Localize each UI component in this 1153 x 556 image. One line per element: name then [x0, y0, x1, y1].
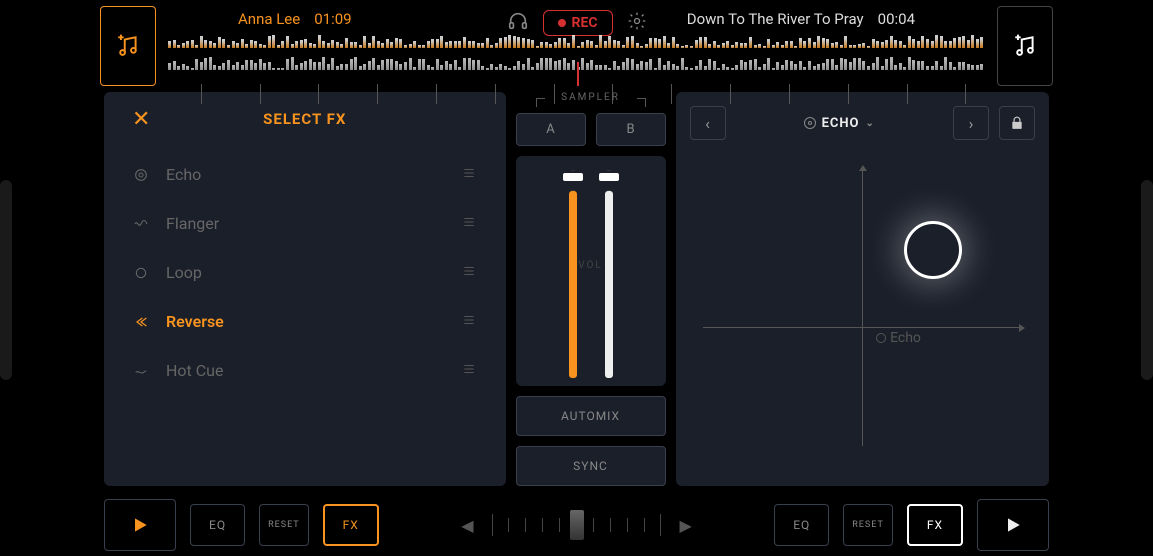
drag-handle-icon[interactable] — [460, 361, 478, 380]
eq-deck-b-button[interactable]: EQ — [774, 504, 829, 546]
fx-item-label: Flanger — [166, 214, 219, 233]
fx-deck-b-button[interactable]: FX — [907, 504, 963, 546]
reset-deck-a-button[interactable]: RESET — [259, 504, 309, 546]
xy-control-point[interactable] — [904, 221, 962, 279]
crossfader-section: ◀ ▶ — [393, 508, 760, 543]
sampler-b-button[interactable]: B — [596, 113, 666, 146]
fx-item-label: Echo — [166, 165, 201, 184]
record-label: REC — [571, 15, 597, 31]
fx-item-icon — [132, 215, 150, 233]
headphones-icon[interactable] — [506, 10, 528, 36]
fx-item-flanger[interactable]: Flanger — [132, 199, 478, 248]
deck-b-title: Down To The River To Pray — [687, 10, 864, 28]
fx-panel-title: SELECT FX — [263, 110, 346, 128]
drag-handle-icon[interactable] — [460, 165, 478, 184]
play-icon — [1003, 515, 1023, 535]
play-deck-b-button[interactable] — [977, 499, 1049, 551]
sync-button[interactable]: SYNC — [516, 446, 666, 486]
sampler-a-button[interactable]: A — [516, 113, 586, 146]
next-effect-button[interactable]: › — [953, 106, 989, 140]
lock-icon — [1010, 115, 1024, 131]
deck-a-volume-fader[interactable] — [569, 170, 577, 378]
lock-effect-button[interactable] — [999, 106, 1035, 140]
xy-axis-vertical — [862, 169, 863, 446]
record-dot-icon — [557, 19, 565, 27]
fx-item-loop[interactable]: Loop — [132, 248, 478, 297]
play-deck-a-button[interactable] — [104, 499, 176, 551]
record-button[interactable]: REC — [542, 10, 612, 36]
fx-item-icon — [132, 166, 150, 184]
disc-icon — [804, 117, 816, 129]
mixer-column: SAMPLER A B VOL AUTOMIX SYNC — [516, 92, 666, 486]
fx-item-icon — [132, 362, 150, 380]
waveform-canvas[interactable] — [168, 34, 985, 86]
automix-button[interactable]: AUTOMIX — [516, 396, 666, 436]
fx-item-label: Loop — [166, 263, 202, 282]
xy-pad[interactable]: Echo — [690, 150, 1036, 472]
bottom-bar: EQ RESET FX ◀ ▶ EQ RESET FX — [100, 494, 1053, 556]
music-note-plus-icon — [115, 33, 141, 59]
deck-b-track-info: Down To The River To Pray 00:04 — [687, 10, 915, 28]
fx-item-icon — [132, 313, 150, 331]
deck-b-time: 00:04 — [878, 10, 915, 28]
fx-item-icon — [132, 264, 150, 282]
settings-button[interactable] — [627, 11, 647, 35]
xy-point-label: Echo — [876, 330, 921, 346]
volume-faders: VOL — [516, 156, 666, 386]
deck-a-track-info: Anna Lee 01:09 — [238, 10, 352, 28]
deck-a-title: Anna Lee — [238, 10, 300, 28]
add-track-deck-a-button[interactable] — [100, 6, 156, 86]
deck-a-time: 01:09 — [314, 10, 351, 28]
waveform-overview[interactable]: Anna Lee 01:09 REC Down To The River To … — [168, 6, 985, 86]
crossfader-handle[interactable] — [570, 510, 584, 540]
deck-b-volume-fader[interactable] — [605, 170, 613, 378]
eq-deck-a-button[interactable]: EQ — [190, 504, 245, 546]
play-icon — [130, 515, 150, 535]
fx-item-label: Hot Cue — [166, 361, 223, 380]
top-bar: Anna Lee 01:09 REC Down To The River To … — [100, 0, 1053, 92]
effect-selector[interactable]: ECHO ⌄ — [736, 116, 944, 131]
effect-name: ECHO — [822, 116, 860, 131]
add-track-deck-b-button[interactable] — [997, 6, 1053, 86]
fx-list: Echo Flanger Loop Reverse Hot Cue — [132, 150, 478, 468]
fx-deck-a-button[interactable]: FX — [323, 504, 379, 546]
reset-deck-b-button[interactable]: RESET — [843, 504, 893, 546]
fx-item-label: Reverse — [166, 312, 224, 331]
drag-handle-icon[interactable] — [460, 214, 478, 233]
drag-handle-icon[interactable] — [460, 263, 478, 282]
main-area: ✕ SELECT FX Echo Flanger Loop Reverse Hot Cu… — [100, 92, 1053, 494]
xy-effect-panel: ‹ ECHO ⌄ › Echo — [676, 92, 1050, 486]
playhead — [577, 62, 579, 86]
crossfader[interactable] — [492, 510, 662, 540]
fx-item-reverse[interactable]: Reverse — [132, 297, 478, 346]
crossfader-right-arrow[interactable]: ▶ — [672, 508, 700, 543]
drag-handle-icon[interactable] — [460, 312, 478, 331]
vol-label: VOL — [578, 260, 603, 271]
prev-effect-button[interactable]: ‹ — [690, 106, 726, 140]
crossfader-left-arrow[interactable]: ◀ — [453, 508, 481, 543]
fx-select-panel: ✕ SELECT FX Echo Flanger Loop Reverse Hot Cu… — [104, 92, 506, 486]
music-note-plus-icon — [1012, 33, 1038, 59]
chevron-down-icon: ⌄ — [866, 118, 875, 129]
close-fx-panel-button[interactable]: ✕ — [132, 107, 150, 132]
fx-item-echo[interactable]: Echo — [132, 150, 478, 199]
fx-item-hot-cue[interactable]: Hot Cue — [132, 346, 478, 395]
sampler-label: SAMPLER — [516, 92, 666, 103]
top-center-controls: REC — [506, 10, 646, 36]
disc-icon — [876, 333, 886, 343]
